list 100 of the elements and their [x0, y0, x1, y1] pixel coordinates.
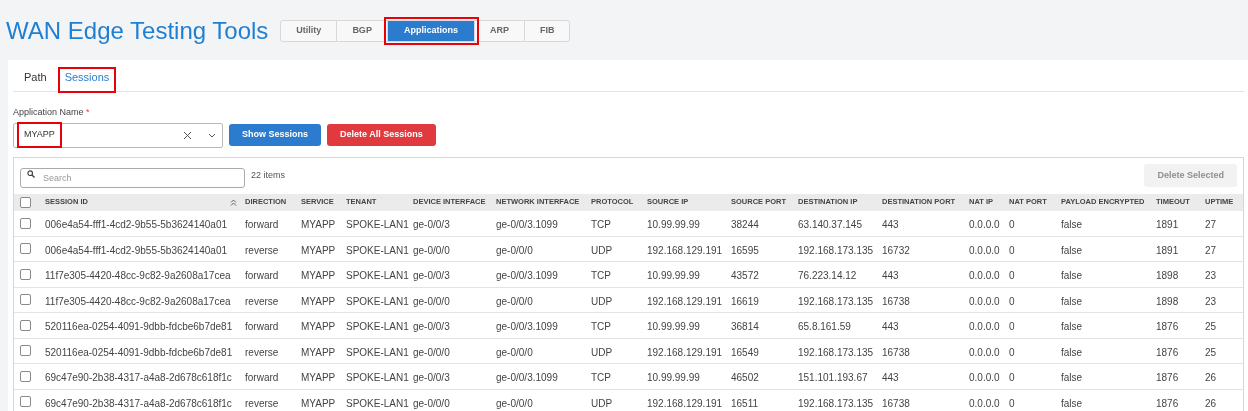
search-icon	[27, 169, 35, 178]
checkbox[interactable]	[20, 294, 31, 306]
clear-icon[interactable]	[183, 130, 192, 140]
sort-icon[interactable]	[230, 198, 237, 206]
checkbox[interactable]	[20, 268, 31, 280]
table-cell: 1898	[1156, 270, 1179, 282]
table-cell: 16549	[731, 346, 759, 358]
table-cell: false	[1061, 397, 1083, 409]
table-cell: TCP	[591, 321, 611, 333]
table-cell: 36814	[731, 321, 759, 333]
table-cell: 006e4a54-fff1-4cd2-9b55-5b3624140a01	[45, 244, 228, 256]
table-cell: reverse	[245, 346, 279, 358]
table-cell: ge-0/0/0	[413, 295, 450, 307]
required-mark: *	[86, 107, 90, 117]
table-cell: MYAPP	[301, 372, 336, 384]
table-cell: 38244	[731, 219, 759, 230]
table-cell: 16738	[882, 346, 910, 358]
table-cell: ge-0/0/3	[413, 219, 450, 230]
table-cell: false	[1061, 372, 1083, 384]
table-cell: 0.0.0.0	[969, 244, 1000, 256]
checkbox[interactable]	[20, 196, 31, 208]
table-cell: MYAPP	[301, 219, 336, 230]
table-cell: 1891	[1156, 244, 1179, 256]
table-cell: 25	[1205, 346, 1217, 358]
table-cell: 16511	[731, 397, 759, 409]
table-cell: forward	[245, 321, 279, 333]
table-cell: 0.0.0.0	[969, 219, 1000, 230]
table-cell: 0	[1009, 397, 1015, 409]
table-cell: 151.101.193.67	[798, 372, 868, 384]
table-cell: 16738	[882, 397, 910, 409]
checkbox[interactable]	[20, 345, 31, 357]
table-cell: 10.99.99.99	[647, 270, 700, 282]
field-label: Application Name	[13, 107, 85, 117]
table-cell: UDP	[591, 295, 613, 307]
table-cell: 65.8.161.59	[798, 321, 851, 333]
table-cell: MYAPP	[301, 270, 336, 282]
table-cell: ge-0/0/0	[413, 346, 450, 358]
table-cell: 1898	[1156, 295, 1179, 307]
table-cell: SPOKE-LAN1	[346, 346, 409, 358]
table-cell: TCP	[591, 372, 611, 384]
table-cell: 0	[1009, 372, 1015, 384]
table-cell: 27	[1205, 219, 1217, 230]
action-button[interactable]: Show Sessions	[229, 124, 322, 146]
table-cell: ge-0/0/0	[496, 346, 533, 358]
table-cell: ge-0/0/0	[413, 244, 450, 256]
table-cell: false	[1061, 270, 1083, 282]
table-cell: forward	[245, 219, 279, 230]
table-cell: TCP	[591, 270, 611, 282]
table-cell: 192.168.173.135	[798, 295, 874, 307]
tab[interactable]: Utility	[281, 21, 338, 41]
table-cell: TCP	[591, 219, 611, 230]
table-cell: 1876	[1156, 346, 1179, 358]
table-cell: 0	[1009, 270, 1015, 282]
table-cell: 443	[882, 321, 899, 333]
table-cell: ge-0/0/3.1099	[496, 219, 558, 230]
table-cell: 192.168.173.135	[798, 244, 874, 256]
table-cell: forward	[245, 372, 279, 384]
table-cell: UDP	[591, 397, 613, 409]
checkbox[interactable]	[20, 243, 31, 255]
table-cell: UDP	[591, 346, 613, 358]
table-cell: 0.0.0.0	[969, 321, 1000, 333]
table-cell: 26	[1205, 372, 1217, 384]
table-cell: 192.168.129.191	[647, 397, 723, 409]
table-cell: 443	[882, 372, 899, 384]
table-cell: ge-0/0/0	[496, 397, 533, 409]
table-cell: 11f7e305-4420-48cc-9c82-9a2608a17cea	[45, 270, 231, 282]
checkbox[interactable]	[20, 396, 31, 408]
table-cell: ge-0/0/0	[496, 244, 533, 256]
sub-tab[interactable]: Sessions	[59, 68, 115, 91]
table-cell: ge-0/0/3.1099	[496, 321, 558, 333]
table-cell: 192.168.173.135	[798, 346, 874, 358]
table-cell: 46502	[731, 372, 759, 384]
application-select[interactable]: MYAPP	[13, 122, 223, 148]
chevron-down-icon[interactable]	[208, 132, 216, 138]
table-cell: 0.0.0.0	[969, 397, 1000, 409]
table-cell: ge-0/0/3	[413, 270, 450, 282]
table-cell: reverse	[245, 244, 279, 256]
table-cell: 27	[1205, 244, 1217, 256]
checkbox[interactable]	[20, 319, 31, 331]
table-cell: false	[1061, 219, 1083, 230]
tab[interactable]: FIB	[524, 21, 570, 41]
table-cell: false	[1061, 244, 1083, 256]
table-cell: 10.99.99.99	[647, 321, 700, 333]
sub-tab[interactable]: Path	[19, 68, 52, 91]
table-cell: 443	[882, 219, 899, 230]
table-cell: 520116ea-0254-4091-9dbb-fdcbe6b7de81	[45, 346, 233, 358]
table-cell: false	[1061, 321, 1083, 333]
checkbox[interactable]	[20, 370, 31, 382]
tab[interactable]: ARP	[474, 21, 525, 41]
action-button[interactable]: Delete All Sessions	[327, 124, 436, 146]
search-field[interactable]: Search	[20, 167, 245, 188]
checkbox[interactable]	[20, 217, 31, 229]
table-cell: 443	[882, 270, 899, 282]
item-count: 22 items	[251, 168, 285, 182]
table-cell: 0.0.0.0	[969, 372, 1000, 384]
table-cell: 006e4a54-fff1-4cd2-9b55-5b3624140a01	[45, 219, 228, 230]
table-cell: MYAPP	[301, 295, 336, 307]
table-cell: 1891	[1156, 219, 1179, 230]
table-cell: 0.0.0.0	[969, 346, 1000, 358]
table-cell: 0	[1009, 219, 1015, 230]
